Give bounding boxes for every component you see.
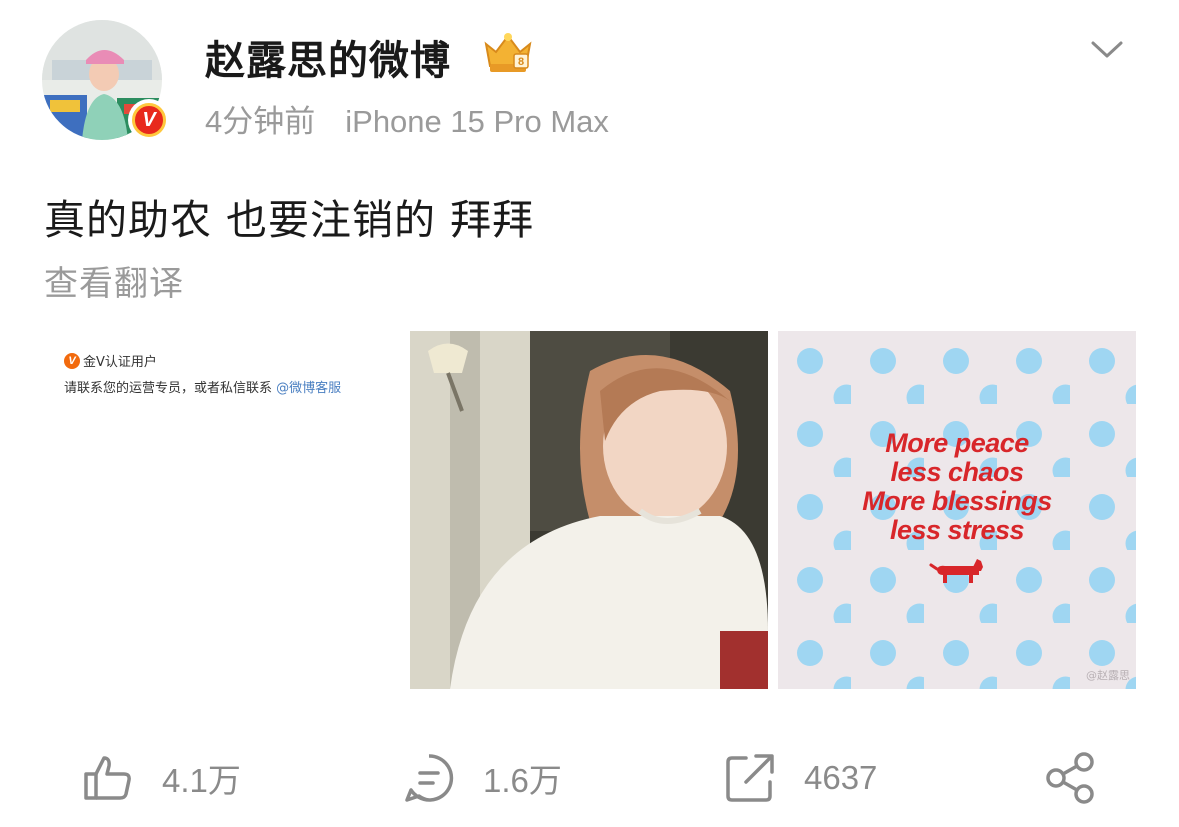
comment-button[interactable]: 1.6万: [403, 752, 562, 804]
comment-count: 1.6万: [483, 762, 562, 799]
selfie-photo: [410, 331, 768, 689]
cert-title: 金V认证用户: [83, 355, 157, 370]
thumbs-up-icon: [84, 756, 131, 800]
share-icon: [1046, 752, 1094, 804]
verified-badge: V: [128, 99, 170, 141]
poster-line-2: less chaos: [890, 457, 1024, 487]
repost-button[interactable]: 4637: [724, 752, 877, 804]
image-tile-poster[interactable]: More peace less chaos More blessings les…: [778, 331, 1136, 689]
poster-text: More peace less chaos More blessings les…: [778, 429, 1136, 545]
cert-title-row: V 金V认证用户: [64, 351, 157, 370]
repost-icon: [726, 754, 774, 802]
image-tile-certification[interactable]: V 金V认证用户 请联系您的运营专员，或者私信联系 @微博客服: [44, 331, 402, 689]
username[interactable]: 赵露思的微博: [205, 28, 451, 86]
share-button[interactable]: [1044, 752, 1096, 804]
cert-message: 请联系您的运营专员，或者私信联系: [64, 381, 273, 396]
crown-badge-text: 8: [518, 56, 524, 68]
like-count: 4.1万: [162, 762, 241, 799]
repost-count: 4637: [804, 759, 878, 796]
comment-icon: [405, 754, 454, 802]
post-time: 4分钟前: [205, 104, 316, 139]
cert-v-icon: V: [64, 352, 80, 369]
crown-badge-icon[interactable]: 8: [480, 30, 536, 76]
image-tile-selfie[interactable]: [410, 331, 768, 689]
image-watermark: @赵露思: [1086, 669, 1130, 682]
post-meta: 4分钟前 iPhone 15 Pro Max: [205, 96, 609, 141]
poster-line-4: less stress: [889, 515, 1025, 545]
post-text: 真的助农 也要注销的 拜拜: [44, 196, 535, 244]
poster-line-3: More blessings: [862, 486, 1052, 516]
like-button[interactable]: 4.1万: [82, 752, 241, 804]
cert-link: @微博客服: [276, 381, 342, 396]
post-device: iPhone 15 Pro Max: [345, 104, 609, 139]
cert-message-row: 请联系您的运营专员，或者私信联系 @微博客服: [64, 377, 341, 396]
translate-link[interactable]: 查看翻译: [44, 256, 184, 305]
poster-line-1: More peace: [885, 428, 1029, 458]
chevron-down-icon[interactable]: [1090, 38, 1124, 62]
dachshund-icon: [929, 559, 983, 583]
verified-badge-letter: V: [132, 103, 166, 137]
